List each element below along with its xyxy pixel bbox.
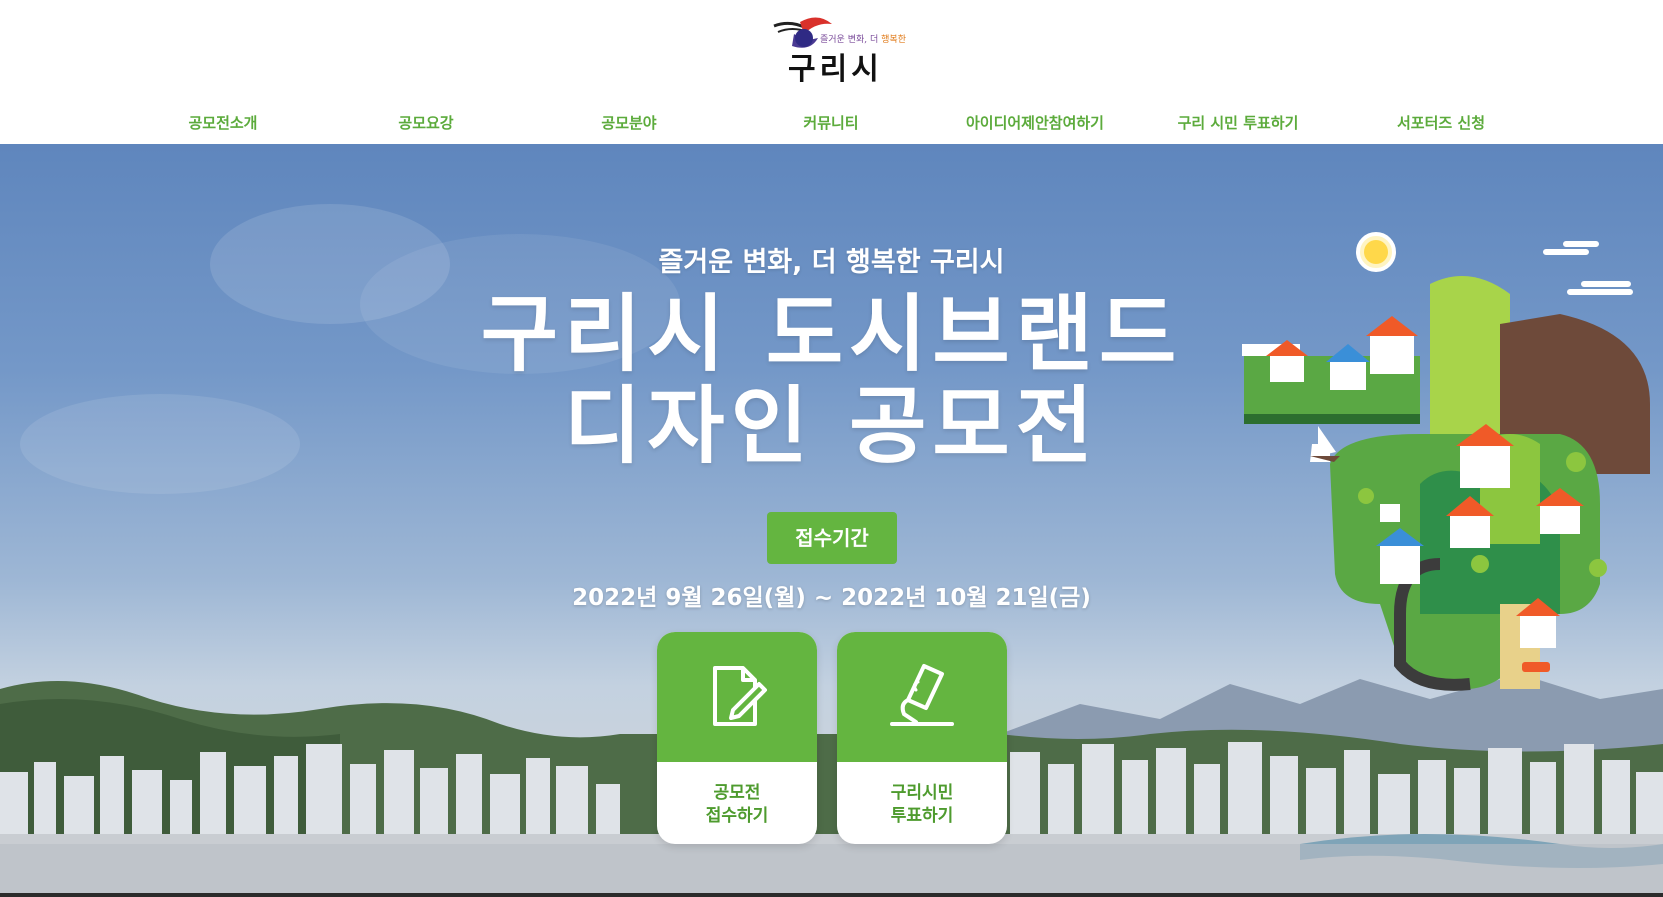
card-icon-area <box>657 632 817 762</box>
nav-item-supporters[interactable]: 서포터즈 신청 <box>1341 112 1541 133</box>
nav-item-guidelines[interactable]: 공모요강 <box>326 112 526 133</box>
citizen-vote-button[interactable]: 구리시민 투표하기 <box>837 632 1007 844</box>
submission-period-dates: 2022년 9월 26일(월) ~ 2022년 10월 21일(금) <box>572 585 1091 611</box>
guri-city-logo[interactable]: 즐거운 변화, 더 행복한 구리시 <box>770 12 906 87</box>
citizen-vote-label: 구리시민 투표하기 <box>890 783 954 826</box>
card-icon-area <box>837 632 1007 762</box>
main-navigation: 공모전소개 공모요강 공모분야 커뮤니티 아이디어제안참여하기 구리 시민 투표… <box>0 104 1663 144</box>
hero-banner: 즐거운 변화, 더 행복한 구리시 구리시 도시브랜드 디자인 공모전 접수기간… <box>0 144 1663 897</box>
nav-item-categories[interactable]: 공모분야 <box>529 112 729 133</box>
submission-period-badge: 접수기간 <box>767 512 897 564</box>
document-pen-icon <box>713 666 767 726</box>
submit-entry-label: 공모전 접수하기 <box>705 783 769 826</box>
submit-entry-button[interactable]: 공모전 접수하기 <box>657 632 817 844</box>
nav-item-citizen-vote[interactable]: 구리 시민 투표하기 <box>1138 112 1338 133</box>
nav-item-community[interactable]: 커뮤니티 <box>731 112 931 133</box>
ballot-vote-icon <box>890 664 954 726</box>
hero-title-line2: 디자인 공모전 <box>564 377 1099 475</box>
logo-city-name: 구리시 <box>788 52 883 87</box>
nav-item-contest-intro[interactable]: 공모전소개 <box>123 112 323 133</box>
nav-item-idea-proposal[interactable]: 아이디어제안참여하기 <box>935 112 1135 133</box>
hero-title-line1: 구리시 도시브랜드 <box>480 285 1183 383</box>
site-header: 즐거운 변화, 더 행복한 구리시 공모전소개 공모요강 공모분야 커뮤니티 아… <box>0 0 1663 144</box>
hero-slogan: 즐거운 변화, 더 행복한 구리시 <box>658 247 1005 278</box>
